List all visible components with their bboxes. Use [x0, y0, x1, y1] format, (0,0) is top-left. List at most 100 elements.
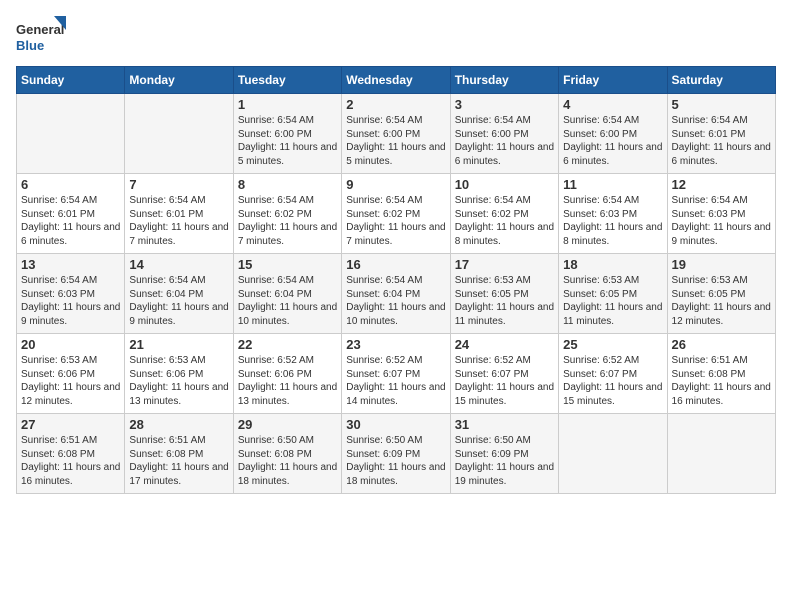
day-detail: Sunrise: 6:53 AM Sunset: 6:06 PM Dayligh… — [21, 354, 120, 408]
day-number: 23 — [346, 337, 445, 352]
day-detail: Sunrise: 6:54 AM Sunset: 6:00 PM Dayligh… — [563, 114, 662, 168]
column-header-sunday: Sunday — [17, 67, 125, 94]
calendar-cell: 8Sunrise: 6:54 AM Sunset: 6:02 PM Daylig… — [233, 174, 341, 254]
page-header: GeneralBlue — [16, 16, 776, 56]
calendar-cell: 1 Sunrise: 6:54 AM Sunset: 6:00 PM Daylig… — [233, 94, 341, 174]
calendar-cell: 26 Sunrise: 6:51 AM Sunset: 6:08 PM Dayli… — [667, 334, 775, 414]
day-number: 30 — [346, 417, 445, 432]
calendar-cell: 16 Sunrise: 6:54 AM Sunset: 6:04 PM Dayli… — [342, 254, 450, 334]
day-number: 29 — [238, 417, 337, 432]
day-detail: Sunrise: 6:50 AM Sunset: 6:09 PM Dayligh… — [455, 434, 554, 488]
day-number: 17 — [455, 257, 554, 272]
calendar-cell: 12Sunrise: 6:54 AM Sunset: 6:03 PM Dayli… — [667, 174, 775, 254]
calendar-cell: 20 Sunrise: 6:53 AM Sunset: 6:06 PM Dayli… — [17, 334, 125, 414]
day-number: 7 — [129, 177, 228, 192]
calendar-cell: 23 Sunrise: 6:52 AM Sunset: 6:07 PM Dayli… — [342, 334, 450, 414]
day-detail: Sunrise: 6:50 AM Sunset: 6:09 PM Dayligh… — [346, 434, 445, 488]
calendar-cell: 17 Sunrise: 6:53 AM Sunset: 6:05 PM Dayli… — [450, 254, 558, 334]
day-number: 11 — [563, 177, 662, 192]
calendar-cell: 24Sunrise: 6:52 AM Sunset: 6:07 PM Dayli… — [450, 334, 558, 414]
day-detail: Sunrise: 6:54 AM Sunset: 6:03 PM Dayligh… — [563, 194, 662, 248]
day-detail: Sunrise: 6:50 AM Sunset: 6:08 PM Dayligh… — [238, 434, 337, 488]
day-number: 5 — [672, 97, 771, 112]
svg-text:Blue: Blue — [16, 38, 44, 53]
calendar-table: SundayMondayTuesdayWednesdayThursdayFrid… — [16, 66, 776, 494]
day-detail: Sunrise: 6:54 AM Sunset: 6:00 PM Dayligh… — [238, 114, 337, 168]
calendar-cell: 19 Sunrise: 6:53 AM Sunset: 6:05 PM Dayli… — [667, 254, 775, 334]
day-number: 6 — [21, 177, 120, 192]
day-detail: Sunrise: 6:52 AM Sunset: 6:06 PM Dayligh… — [238, 354, 337, 408]
column-header-saturday: Saturday — [667, 67, 775, 94]
column-header-thursday: Thursday — [450, 67, 558, 94]
day-number: 4 — [563, 97, 662, 112]
calendar-cell: 30 Sunrise: 6:50 AM Sunset: 6:09 PM Dayli… — [342, 414, 450, 494]
calendar-cell: 11 Sunrise: 6:54 AM Sunset: 6:03 PM Dayli… — [559, 174, 667, 254]
day-number: 8 — [238, 177, 337, 192]
calendar-cell: 27Sunrise: 6:51 AM Sunset: 6:08 PM Dayli… — [17, 414, 125, 494]
calendar-cell: 28 Sunrise: 6:51 AM Sunset: 6:08 PM Dayli… — [125, 414, 233, 494]
day-detail: Sunrise: 6:52 AM Sunset: 6:07 PM Dayligh… — [563, 354, 662, 408]
calendar-cell — [559, 414, 667, 494]
day-detail: Sunrise: 6:52 AM Sunset: 6:07 PM Dayligh… — [346, 354, 445, 408]
calendar-body: 1 Sunrise: 6:54 AM Sunset: 6:00 PM Daylig… — [17, 94, 776, 494]
calendar-cell: 29 Sunrise: 6:50 AM Sunset: 6:08 PM Dayli… — [233, 414, 341, 494]
column-header-friday: Friday — [559, 67, 667, 94]
calendar-week-row: 1 Sunrise: 6:54 AM Sunset: 6:00 PM Daylig… — [17, 94, 776, 174]
day-detail: Sunrise: 6:54 AM Sunset: 6:04 PM Dayligh… — [346, 274, 445, 328]
day-detail: Sunrise: 6:54 AM Sunset: 6:04 PM Dayligh… — [129, 274, 228, 328]
day-number: 28 — [129, 417, 228, 432]
day-detail: Sunrise: 6:54 AM Sunset: 6:01 PM Dayligh… — [129, 194, 228, 248]
day-number: 24 — [455, 337, 554, 352]
day-number: 21 — [129, 337, 228, 352]
day-number: 19 — [672, 257, 771, 272]
day-number: 20 — [21, 337, 120, 352]
logo: GeneralBlue — [16, 16, 66, 56]
day-detail: Sunrise: 6:51 AM Sunset: 6:08 PM Dayligh… — [129, 434, 228, 488]
calendar-cell: 15 Sunrise: 6:54 AM Sunset: 6:04 PM Dayli… — [233, 254, 341, 334]
day-number: 14 — [129, 257, 228, 272]
day-number: 3 — [455, 97, 554, 112]
day-number: 26 — [672, 337, 771, 352]
logo-svg: GeneralBlue — [16, 16, 66, 56]
day-number: 13 — [21, 257, 120, 272]
day-detail: Sunrise: 6:51 AM Sunset: 6:08 PM Dayligh… — [672, 354, 771, 408]
calendar-cell: 13 Sunrise: 6:54 AM Sunset: 6:03 PM Dayli… — [17, 254, 125, 334]
calendar-cell: 10 Sunrise: 6:54 AM Sunset: 6:02 PM Dayli… — [450, 174, 558, 254]
day-detail: Sunrise: 6:54 AM Sunset: 6:01 PM Dayligh… — [21, 194, 120, 248]
calendar-cell — [667, 414, 775, 494]
calendar-week-row: 27 Sunrise: 6:51 AM Sunset: 6:08 PM Dayli… — [17, 414, 776, 494]
day-number: 1 — [238, 97, 337, 112]
column-header-wednesday: Wednesday — [342, 67, 450, 94]
day-detail: Sunrise: 6:54 AM Sunset: 6:01 PM Dayligh… — [672, 114, 771, 168]
calendar-cell: 31Sunrise: 6:50 AM Sunset: 6:09 PM Dayli… — [450, 414, 558, 494]
calendar-cell: 25Sunrise: 6:52 AM Sunset: 6:07 PM Dayli… — [559, 334, 667, 414]
svg-text:General: General — [16, 22, 64, 37]
column-header-tuesday: Tuesday — [233, 67, 341, 94]
day-number: 16 — [346, 257, 445, 272]
day-number: 27 — [21, 417, 120, 432]
column-header-monday: Monday — [125, 67, 233, 94]
calendar-cell: 2Sunrise: 6:54 AM Sunset: 6:00 PM Daylig… — [342, 94, 450, 174]
day-detail: Sunrise: 6:54 AM Sunset: 6:03 PM Dayligh… — [21, 274, 120, 328]
calendar-cell — [125, 94, 233, 174]
day-detail: Sunrise: 6:53 AM Sunset: 6:05 PM Dayligh… — [455, 274, 554, 328]
day-number: 10 — [455, 177, 554, 192]
calendar-cell: 9Sunrise: 6:54 AM Sunset: 6:02 PM Daylig… — [342, 174, 450, 254]
day-detail: Sunrise: 6:54 AM Sunset: 6:04 PM Dayligh… — [238, 274, 337, 328]
calendar-cell: 3 Sunrise: 6:54 AM Sunset: 6:00 PM Daylig… — [450, 94, 558, 174]
day-detail: Sunrise: 6:54 AM Sunset: 6:02 PM Dayligh… — [455, 194, 554, 248]
day-number: 9 — [346, 177, 445, 192]
calendar-week-row: 20 Sunrise: 6:53 AM Sunset: 6:06 PM Dayli… — [17, 334, 776, 414]
calendar-cell: 4 Sunrise: 6:54 AM Sunset: 6:00 PM Daylig… — [559, 94, 667, 174]
day-detail: Sunrise: 6:53 AM Sunset: 6:05 PM Dayligh… — [672, 274, 771, 328]
day-detail: Sunrise: 6:54 AM Sunset: 6:00 PM Dayligh… — [455, 114, 554, 168]
calendar-cell: 22 Sunrise: 6:52 AM Sunset: 6:06 PM Dayli… — [233, 334, 341, 414]
day-number: 12 — [672, 177, 771, 192]
calendar-week-row: 13 Sunrise: 6:54 AM Sunset: 6:03 PM Dayli… — [17, 254, 776, 334]
day-number: 2 — [346, 97, 445, 112]
day-number: 22 — [238, 337, 337, 352]
calendar-cell: 6 Sunrise: 6:54 AM Sunset: 6:01 PM Daylig… — [17, 174, 125, 254]
day-detail: Sunrise: 6:53 AM Sunset: 6:06 PM Dayligh… — [129, 354, 228, 408]
day-number: 15 — [238, 257, 337, 272]
day-detail: Sunrise: 6:53 AM Sunset: 6:05 PM Dayligh… — [563, 274, 662, 328]
